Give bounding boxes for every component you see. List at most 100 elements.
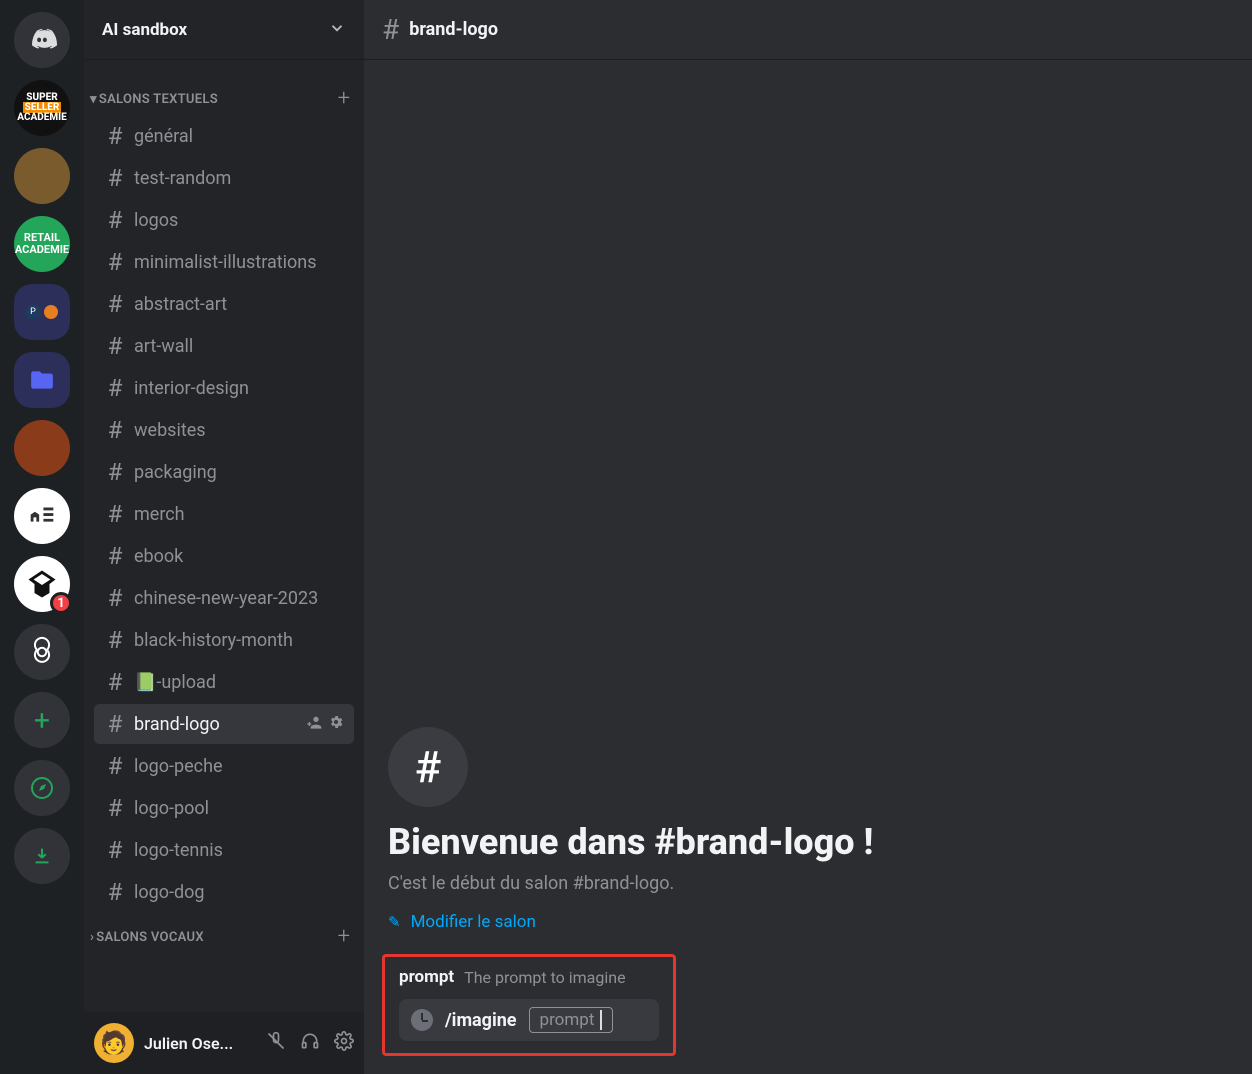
category-header[interactable]: › SALONS VOCAUX + [84,922,364,952]
hash-icon: # [382,13,399,46]
server-icon[interactable]: 1 [14,556,70,612]
server-icon[interactable] [14,624,70,680]
server-icon[interactable]: SUPERSELLERACADEMIE [14,80,70,136]
hash-icon: # [104,626,126,654]
channel-logo-tennis[interactable]: #logo-tennis [94,830,354,870]
add-server-button[interactable]: + [14,692,70,748]
channel-logo-pool[interactable]: #logo-pool [94,788,354,828]
channel-label: logo-tennis [134,840,223,861]
channel-test-random[interactable]: #test-random [94,158,354,198]
channel-logo-peche[interactable]: # logo-peche [94,746,354,786]
channel-logo-dog[interactable]: # logo-dog [94,872,354,912]
category-header[interactable]: ▾ SALONS TEXTUELS + [84,84,364,114]
channel-ebook[interactable]: # ebook [94,536,354,576]
server-folder-icon[interactable] [14,352,70,408]
user-panel: 🧑 Julien Ose... [84,1012,364,1074]
server-icon[interactable]: RETAILACADEMIE [14,216,70,272]
hash-icon: # [104,752,126,780]
download-apps-button[interactable] [14,828,70,884]
server-rail: SUPERSELLERACADEMIE RETAILACADEMIE P 1 + [0,0,84,1074]
add-channel-button[interactable]: + [338,88,350,110]
param-name: prompt [399,967,454,987]
message-input[interactable]: /imagine prompt [399,999,659,1041]
server-icon[interactable] [14,420,70,476]
channel-label: merch [134,504,185,525]
channel-label: interior-design [134,378,249,399]
invite-icon[interactable] [306,714,322,734]
channel-websites[interactable]: #websites [94,410,354,450]
hash-icon: # [104,164,126,192]
chevron-down-icon: ▾ [90,92,97,107]
hash-icon: # [104,458,126,486]
channel-interior-design[interactable]: # interior-design [94,368,354,408]
channel-logos[interactable]: # logos [94,200,354,240]
channel-brand-logo[interactable]: # brand-logo [94,704,354,744]
channel-label: logo-pool [134,798,209,819]
channel-sidebar: AI sandbox ▾ SALONS TEXTUELS + #général#… [84,0,364,1074]
hash-icon: # [104,584,126,612]
edit-channel-link[interactable]: ✎ Modifier le salon [388,912,1228,932]
server-icon[interactable] [14,488,70,544]
hash-icon: # [104,710,126,738]
chat-body: # Bienvenue dans #brand-logo ! C'est le … [364,60,1252,1074]
channel-label: black-history-month [134,630,293,651]
channel-label: art-wall [134,336,193,357]
channel-g-n-ral[interactable]: #général [94,116,354,156]
welcome-subtitle: C'est le début du salon #brand-logo. [388,873,1228,894]
hash-icon: # [104,248,126,276]
channel-label: logo-peche [134,756,223,777]
channel-abstract-art[interactable]: # abstract-art [94,284,354,324]
slash-command: /imagine [445,1010,517,1031]
welcome-title: Bienvenue dans #brand-logo ! [388,821,1228,863]
hash-icon: # [104,500,126,528]
chat-main: # brand-logo # Bienvenue dans #brand-log… [364,0,1252,1074]
param-description: The prompt to imagine [464,968,625,987]
notification-badge: 1 [50,592,72,614]
channel-label: logos [134,210,178,231]
channel-label: packaging [134,462,217,483]
channel-label: ebook [134,546,183,567]
settings-gear-icon[interactable] [334,1031,354,1055]
chevron-right-icon: › [90,930,94,945]
channel-minimalist-illustrations[interactable]: #minimalist-illustrations [94,242,354,282]
hash-icon: # [104,668,126,696]
hash-icon: # [104,290,126,318]
hash-icon: # [104,332,126,360]
channel--upload[interactable]: # 📗-upload [94,662,354,702]
pencil-icon: ✎ [388,913,401,931]
channel-chinese-new-year-2023[interactable]: #chinese-new-year-2023 [94,578,354,618]
server-folder[interactable]: P [14,284,70,340]
param-field[interactable]: prompt [529,1007,614,1033]
headphones-icon[interactable] [300,1031,320,1055]
channel-title: brand-logo [409,19,498,40]
explore-servers-button[interactable] [14,760,70,816]
command-input-zone: prompt The prompt to imagine /imagine pr… [382,954,676,1056]
channel-label: abstract-art [134,294,227,315]
channel-label: logo-dog [134,882,205,903]
channel-art-wall[interactable]: # art-wall [94,326,354,366]
add-channel-button[interactable]: + [338,926,350,948]
channel-packaging[interactable]: # packaging [94,452,354,492]
chat-header: # brand-logo [364,0,1252,60]
text-cursor [600,1010,602,1030]
server-header[interactable]: AI sandbox [84,0,364,60]
chevron-down-icon [328,19,346,41]
channel-merch[interactable]: # merch [94,494,354,534]
channel-hash-icon: # [388,727,468,807]
hash-icon: # [104,542,126,570]
channel-label: 📗-upload [134,672,216,693]
discord-home-icon[interactable] [14,12,70,68]
channel-label: général [134,126,193,147]
hash-icon: # [104,878,126,906]
server-icon[interactable] [14,148,70,204]
welcome-block: # Bienvenue dans #brand-logo ! C'est le … [388,727,1228,932]
hash-icon: # [104,374,126,402]
server-name: AI sandbox [102,20,187,40]
channel-black-history-month[interactable]: # black-history-month [94,620,354,660]
gear-icon[interactable] [328,714,344,734]
hash-icon: # [104,206,126,234]
channel-label: brand-logo [134,714,220,735]
hash-icon: # [104,416,126,444]
user-avatar[interactable]: 🧑 [94,1023,134,1063]
mic-mute-icon[interactable] [266,1031,286,1055]
